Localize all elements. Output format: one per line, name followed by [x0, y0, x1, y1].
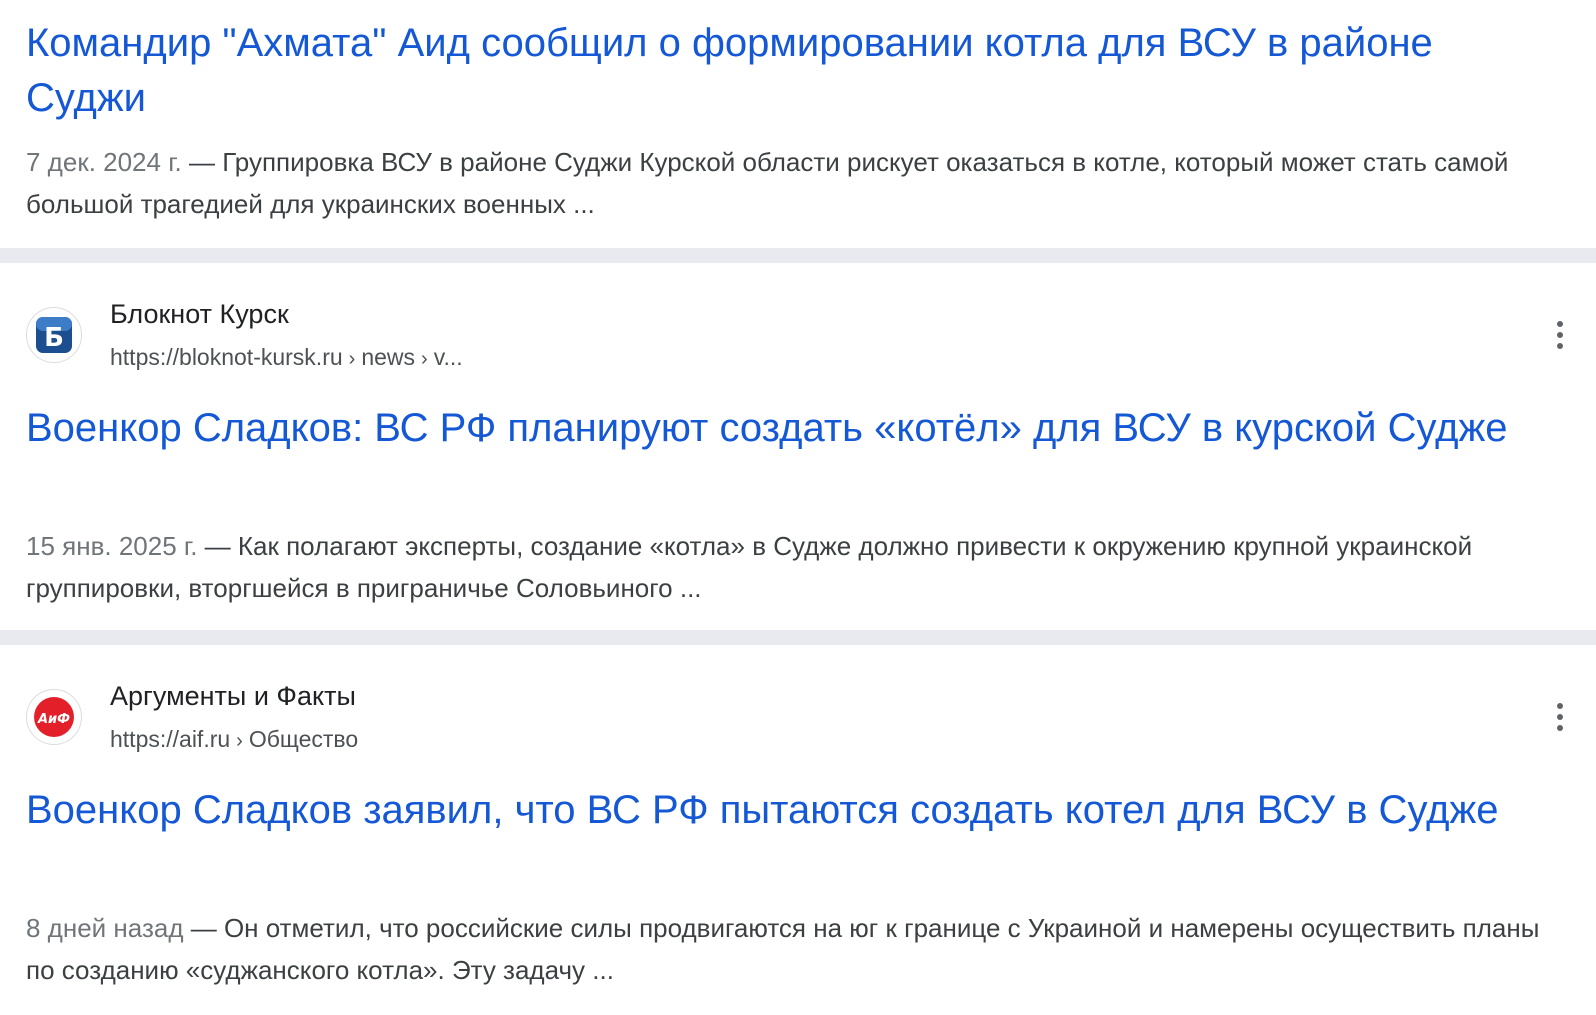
source-url[interactable]: https://aif.ru › Общество [110, 726, 358, 753]
source-url[interactable]: https://bloknot-kursk.ru › news › v... [110, 344, 463, 371]
result-divider [0, 630, 1596, 645]
aif-logo-letters: АиФ [37, 712, 70, 727]
result-title-link[interactable]: Военкор Сладков: ВС РФ планируют создать… [26, 401, 1556, 456]
date-dash: — [183, 913, 224, 943]
snippet-text: Как полагают эксперты, создание «котла» … [26, 531, 1473, 603]
more-vert-icon[interactable] [1550, 703, 1570, 739]
url-separator: › [348, 348, 356, 370]
source-name[interactable]: Аргументы и Факты [110, 681, 356, 712]
result-title-link[interactable]: Военкор Сладков заявил, что ВС РФ пытают… [26, 783, 1556, 838]
snippet-text: Группировка ВСУ в районе Суджи Курской о… [26, 147, 1509, 219]
date-dash: — [197, 531, 238, 561]
bloknot-logo-letter: Б [44, 323, 64, 353]
url-domain: https://aif.ru [110, 726, 231, 752]
search-result: Командир "Ахмата" Аид сообщил о формиров… [0, 0, 1596, 248]
date-dash: — [181, 147, 223, 177]
result-date: 8 дней назад [26, 913, 184, 943]
result-divider [0, 248, 1596, 263]
bloknot-favicon[interactable]: Б [26, 307, 82, 363]
url-path: v... [433, 344, 463, 370]
url-separator: › [421, 348, 428, 370]
result-date: 7 дек. 2024 г. [26, 147, 182, 177]
search-result: АиФ Аргументы и Факты https://aif.ru › Общ… [0, 645, 1596, 1015]
result-date: 15 янв. 2025 г. [26, 531, 198, 561]
result-title-link[interactable]: Командир "Ахмата" Аид сообщил о формиров… [26, 16, 1556, 126]
url-path: news [361, 344, 416, 370]
url-domain: https://bloknot-kursk.ru [110, 344, 343, 370]
search-result: Б Блокнот Курск https://bloknot-kursk.ru… [0, 263, 1596, 630]
aif-logo-icon: АиФ [34, 697, 74, 737]
bloknot-logo-icon: Б [36, 317, 72, 353]
result-snippet: 7 дек. 2024 г. — Группировка ВСУ в район… [26, 141, 1556, 225]
snippet-text: Он отметил, что российские силы продвига… [26, 913, 1540, 985]
aif-favicon[interactable]: АиФ [26, 689, 82, 745]
result-snippet: 8 дней назад — Он отметил, что российски… [26, 907, 1556, 991]
url-separator: › [236, 730, 243, 752]
url-path: Общество [248, 726, 359, 752]
source-name[interactable]: Блокнот Курск [110, 299, 289, 330]
more-vert-icon[interactable] [1550, 321, 1570, 357]
result-snippet: 15 янв. 2025 г. — Как полагают эксперты,… [26, 525, 1556, 609]
